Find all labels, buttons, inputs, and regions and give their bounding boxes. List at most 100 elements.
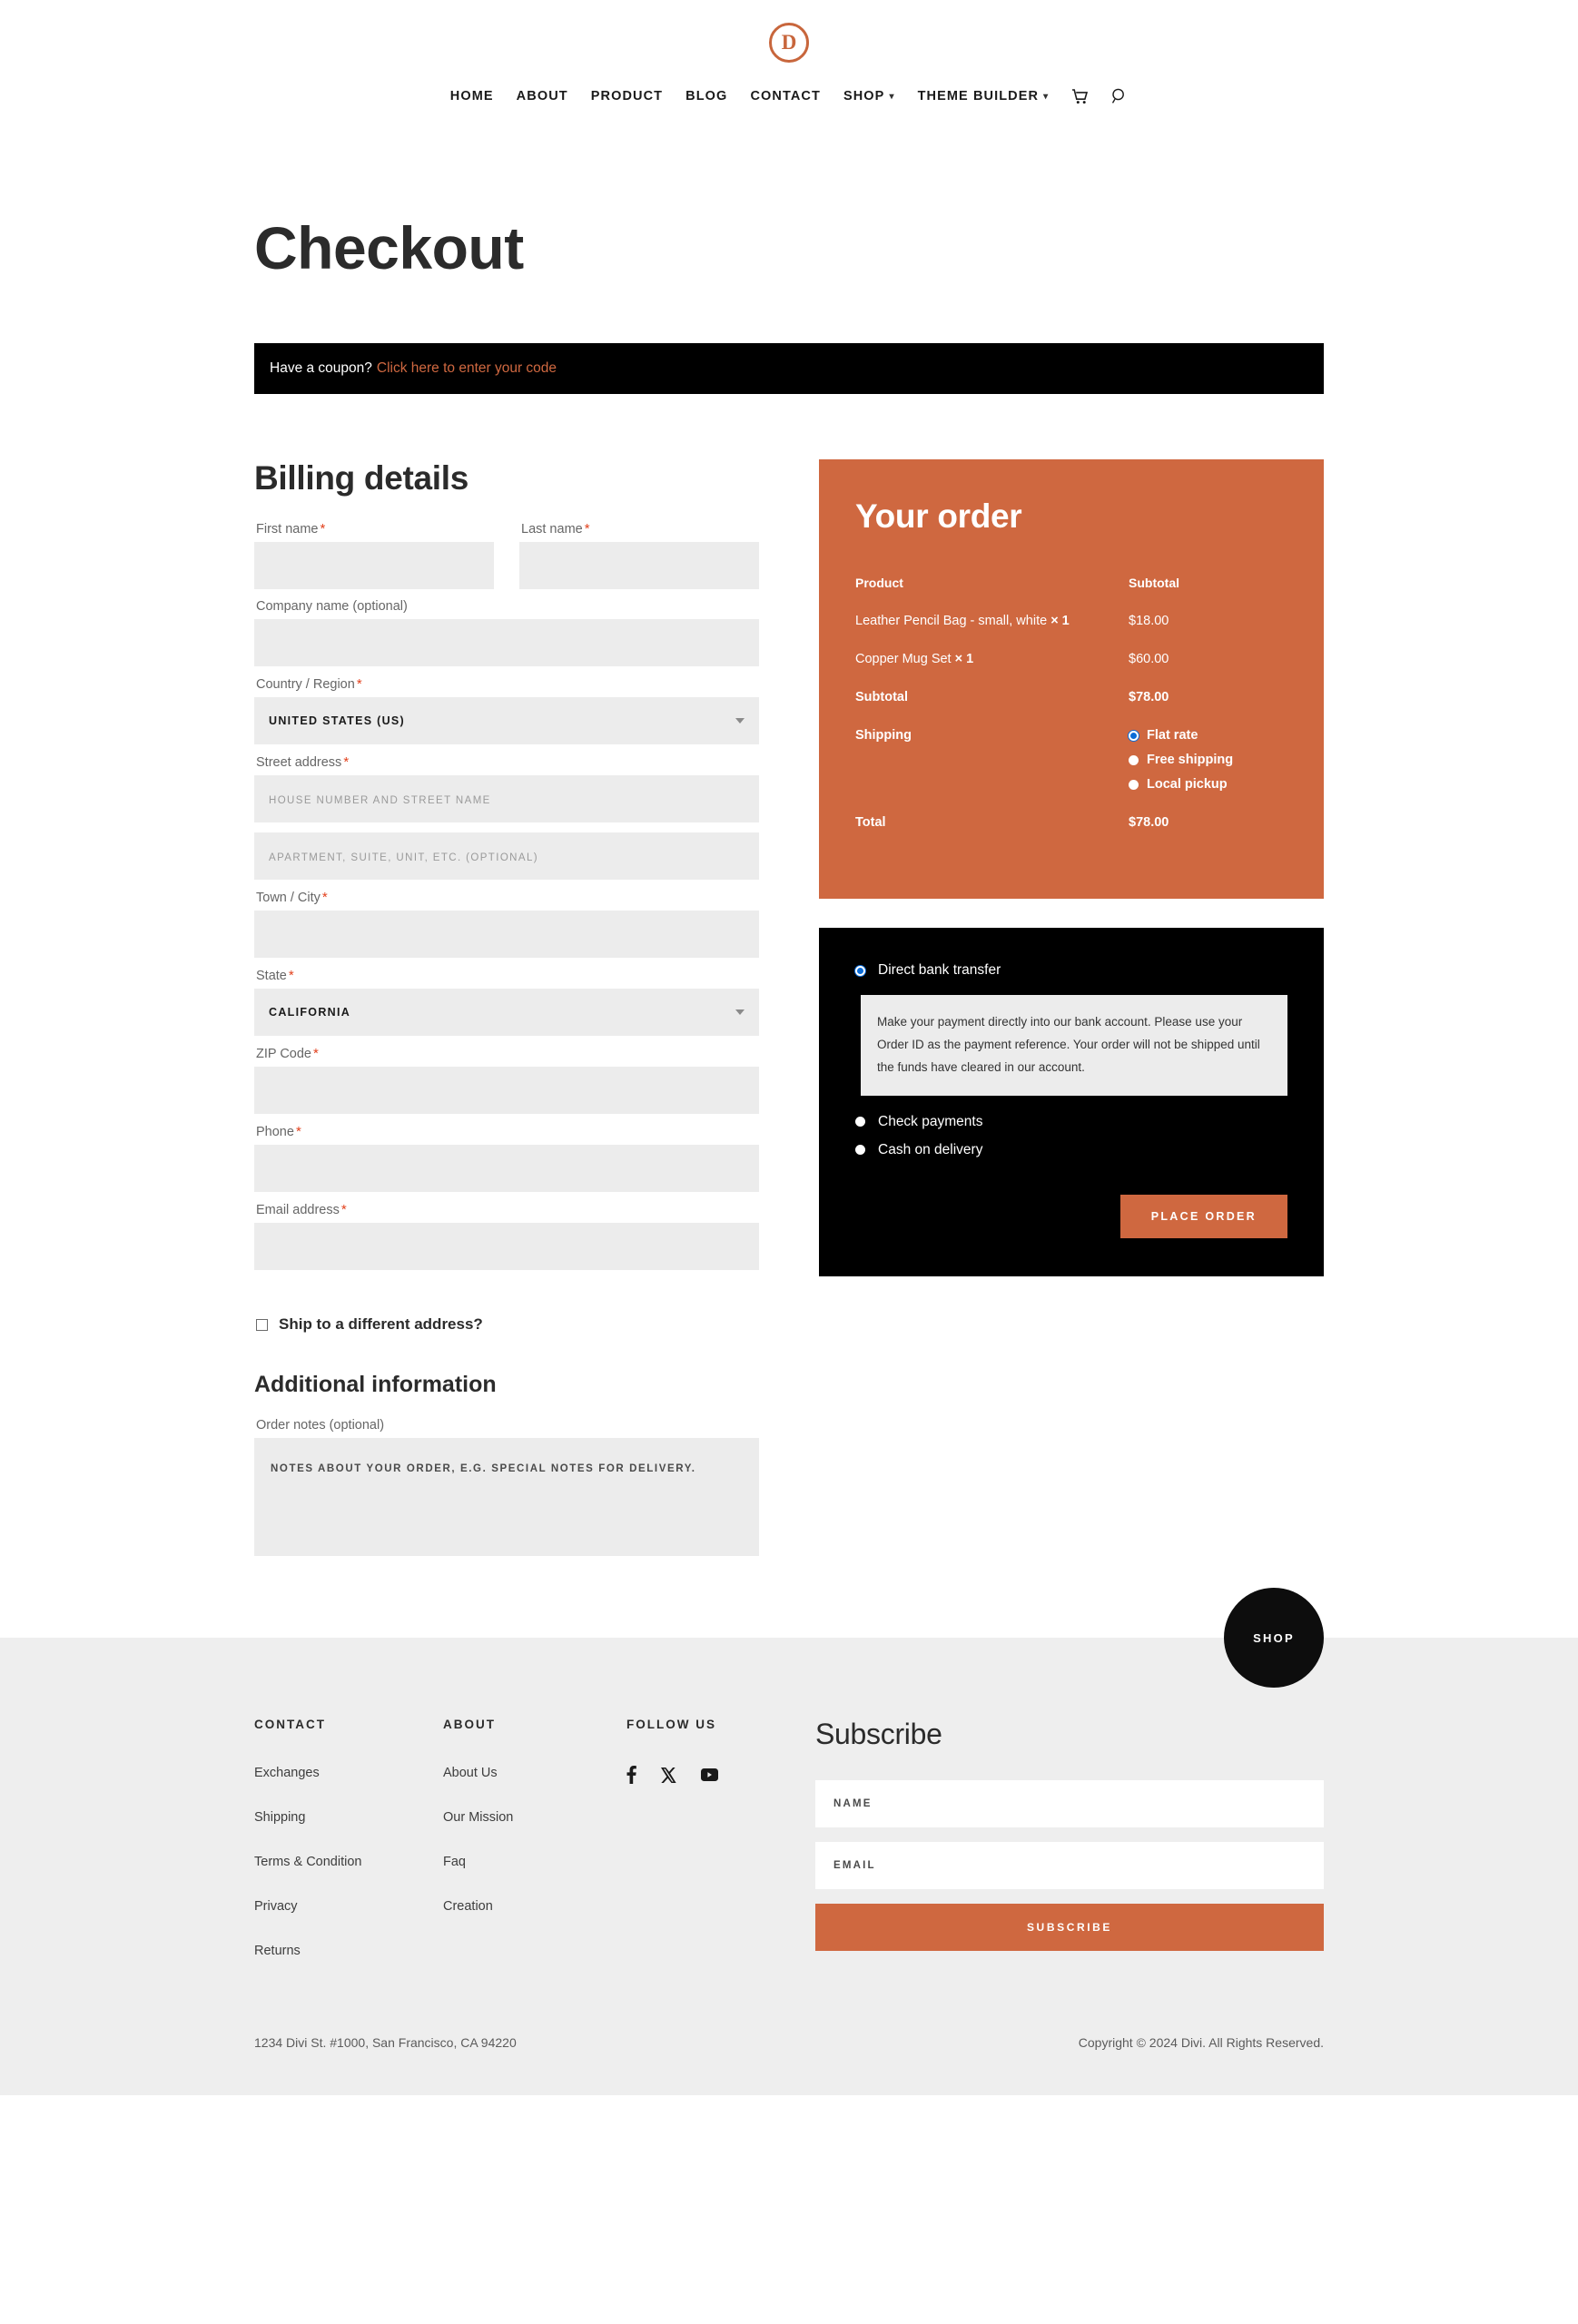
required-asterisk: *	[584, 521, 590, 537]
place-order-button[interactable]: PLACE ORDER	[1119, 1194, 1287, 1238]
email-input[interactable]	[254, 1223, 759, 1270]
shipping-option-local-pickup[interactable]: Local pickup	[1129, 777, 1287, 792]
radio-icon[interactable]	[855, 1145, 865, 1156]
footer-link-shipping[interactable]: Shipping	[254, 1810, 443, 1825]
street-label: Street address *	[254, 754, 759, 770]
item-amount: $60.00	[1129, 652, 1169, 666]
nav-label: HOME	[449, 89, 494, 103]
footer-column-about: ABOUT About Us Our Mission Faq Creation	[443, 1718, 626, 1988]
required-asterisk: *	[295, 1124, 301, 1139]
site-footer: SHOP CONTACT Exchanges Shipping Terms & …	[0, 1588, 1578, 2095]
radio-icon[interactable]	[1129, 754, 1139, 765]
footer-link-faq[interactable]: Faq	[443, 1855, 626, 1869]
last-name-input[interactable]	[519, 542, 759, 589]
order-table-header: Product Subtotal	[855, 576, 1287, 614]
radio-icon[interactable]	[1129, 779, 1139, 790]
shipping-option-label: Free shipping	[1147, 753, 1234, 767]
item-name-cell: Leather Pencil Bag - small, white × 1	[855, 614, 1129, 652]
country-select[interactable]: UNITED STATES (US)	[254, 697, 759, 744]
x-twitter-icon[interactable]	[661, 1767, 676, 1783]
first-name-input[interactable]	[254, 542, 494, 589]
subscribe-email-input[interactable]	[815, 1842, 1324, 1889]
order-summary-panel: Your order Product Subtotal Leather Penc…	[819, 459, 1324, 899]
footer-link-exchanges[interactable]: Exchanges	[254, 1766, 443, 1780]
required-asterisk: *	[313, 1046, 319, 1061]
subscribe-title: Subscribe	[815, 1718, 942, 1750]
phone-input[interactable]	[254, 1145, 759, 1192]
coupon-link[interactable]: Click here to enter your code	[377, 360, 557, 377]
payment-method-check-payments[interactable]: Check payments	[855, 1114, 1287, 1130]
state-value: CALIFORNIA	[269, 1006, 351, 1019]
field-street-address: Street address *	[254, 754, 759, 822]
state-select[interactable]: CALIFORNIA	[254, 989, 759, 1036]
shipping-option-flat-rate[interactable]: Flat rate	[1129, 728, 1287, 743]
company-input[interactable]	[254, 619, 759, 666]
chevron-down-icon	[735, 718, 745, 724]
nav-item-theme-builder[interactable]: THEME BUILDER ▾	[918, 89, 1050, 103]
page-title: Checkout	[254, 214, 524, 281]
search-icon[interactable]	[1111, 88, 1128, 104]
order-table: Product Subtotal Leather Pencil Bag - sm…	[855, 576, 1287, 853]
subtotal-value: $78.00	[1129, 690, 1169, 704]
nav-label: BLOG	[685, 89, 728, 103]
youtube-icon[interactable]	[701, 1768, 718, 1781]
nav-item-shop[interactable]: SHOP ▾	[843, 89, 895, 103]
footer-link-terms[interactable]: Terms & Condition	[254, 1855, 443, 1869]
order-notes-textarea[interactable]	[254, 1438, 759, 1556]
field-order-notes: Order notes (optional)	[254, 1418, 759, 1561]
radio-icon-selected[interactable]	[1129, 730, 1139, 741]
item-name: Leather Pencil Bag - small, white	[855, 614, 1048, 628]
nav-label: ABOUT	[516, 89, 568, 103]
first-name-label: First name *	[254, 521, 494, 537]
subscribe-name-input[interactable]	[815, 1780, 1324, 1827]
footer-column-subscribe: Subscribe SUBSCRIBE	[815, 1718, 1324, 1988]
nav-item-home[interactable]: HOME	[450, 89, 494, 103]
street-address-input[interactable]	[254, 775, 759, 822]
ship-to-different-address-row[interactable]: Ship to a different address?	[254, 1315, 759, 1334]
nav-item-contact[interactable]: CONTACT	[750, 89, 821, 103]
field-first-name: First name *	[254, 521, 494, 589]
subscribe-button[interactable]: SUBSCRIBE	[815, 1904, 1324, 1951]
order-line-item: Leather Pencil Bag - small, white × 1 $1…	[855, 614, 1287, 652]
order-sidebar: Your order Product Subtotal Leather Penc…	[819, 459, 1324, 1276]
chevron-down-icon: ▾	[1043, 91, 1050, 102]
label-text: First name	[256, 522, 319, 537]
city-input[interactable]	[254, 911, 759, 958]
nav-item-blog[interactable]: BLOG	[685, 89, 727, 103]
label-text: Email address	[256, 1203, 340, 1217]
ship-different-checkbox[interactable]	[256, 1318, 268, 1331]
street-address-2-input[interactable]	[254, 832, 759, 880]
country-label: Country / Region *	[254, 676, 759, 692]
footer-link-creation[interactable]: Creation	[443, 1899, 626, 1914]
footer-link-returns[interactable]: Returns	[254, 1944, 443, 1958]
order-heading: Your order	[855, 497, 1022, 535]
radio-icon[interactable]	[855, 1117, 865, 1128]
required-asterisk: *	[320, 521, 326, 537]
nav-item-about[interactable]: ABOUT	[517, 89, 568, 103]
footer-column-follow: FOLLOW US	[626, 1718, 815, 1988]
footer-link-our-mission[interactable]: Our Mission	[443, 1810, 626, 1825]
shipping-option-free-shipping[interactable]: Free shipping	[1129, 753, 1287, 767]
label-text: Phone	[256, 1125, 294, 1139]
payment-method-cash-on-delivery[interactable]: Cash on delivery	[855, 1142, 1287, 1158]
payment-description: Make your payment directly into our bank…	[861, 995, 1287, 1096]
footer-link-privacy[interactable]: Privacy	[254, 1899, 443, 1914]
item-name-cell: Copper Mug Set × 1	[855, 652, 1129, 690]
order-shipping-row: Shipping Flat rate Free shipping Local p…	[855, 728, 1287, 815]
city-label: Town / City *	[254, 890, 759, 905]
main-navigation: HOME ABOUT PRODUCT BLOG CONTACT SHOP ▾ T…	[0, 71, 1578, 122]
label-text: Town / City	[256, 891, 321, 905]
item-qty: × 1	[1050, 614, 1070, 628]
footer-link-about-us[interactable]: About Us	[443, 1766, 626, 1780]
cart-icon[interactable]	[1071, 88, 1089, 104]
zip-input[interactable]	[254, 1067, 759, 1114]
logo[interactable]: D	[0, 15, 1578, 71]
divi-logo-icon: D	[769, 23, 809, 63]
payment-method-direct-bank-transfer[interactable]: Direct bank transfer	[855, 962, 1287, 979]
radio-icon-selected[interactable]	[855, 965, 865, 976]
facebook-icon[interactable]	[626, 1766, 636, 1784]
shop-floating-button[interactable]: SHOP	[1224, 1588, 1324, 1688]
footer-follow-title: FOLLOW US	[626, 1718, 716, 1731]
shipping-option-label: Local pickup	[1147, 777, 1228, 792]
nav-item-product[interactable]: PRODUCT	[591, 89, 663, 103]
